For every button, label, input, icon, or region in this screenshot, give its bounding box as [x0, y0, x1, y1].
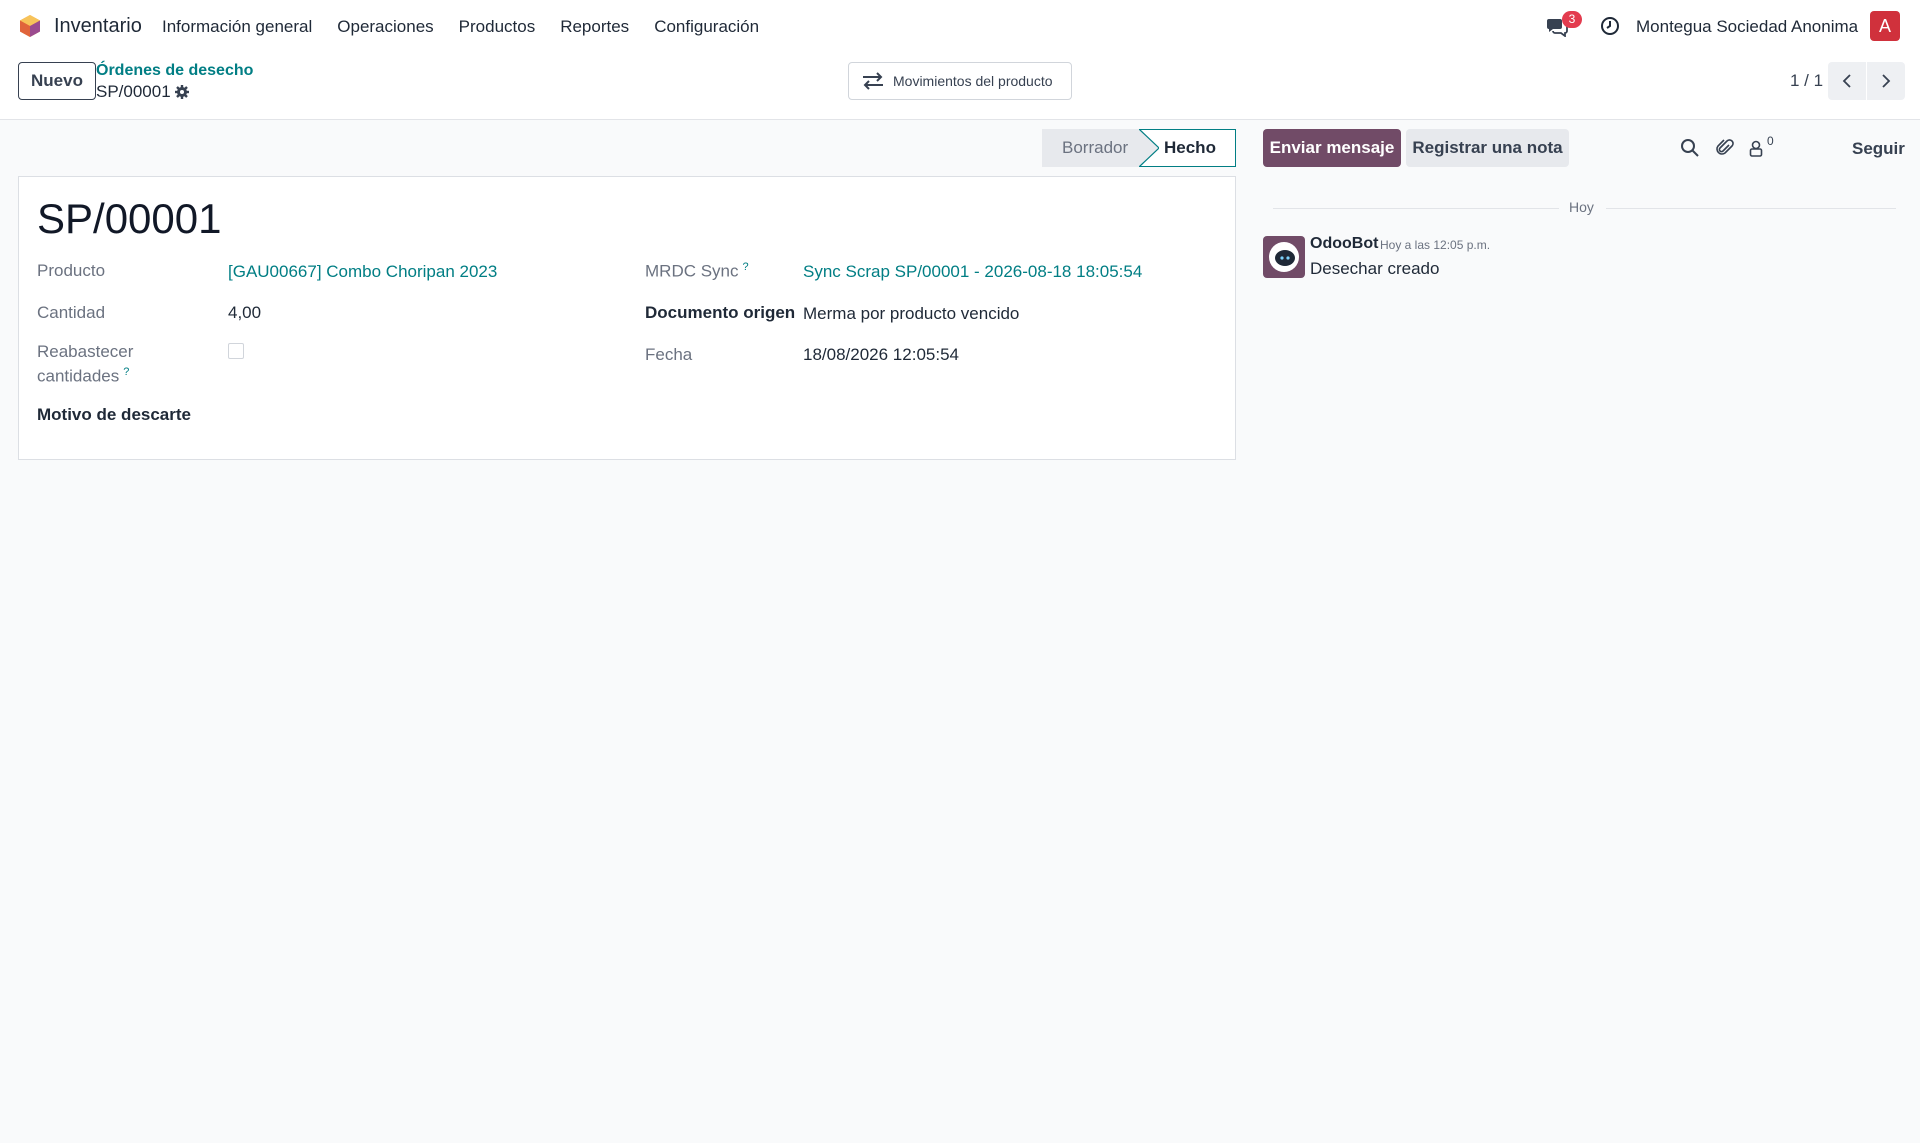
top-navbar: Inventario Información general Operacion…: [0, 0, 1920, 52]
transfer-arrows-icon: [863, 72, 883, 90]
replenish-label-line1: Reabastecer: [37, 342, 134, 361]
chevron-right-icon: [1882, 74, 1891, 88]
followers-icon[interactable]: [1746, 138, 1766, 158]
pager-previous-button[interactable]: [1828, 62, 1866, 100]
message-author[interactable]: OdooBot: [1310, 235, 1378, 253]
main-menu: Información general Operaciones Producto…: [162, 17, 784, 37]
chevron-left-icon: [1842, 74, 1851, 88]
paperclip-icon[interactable]: [1715, 138, 1735, 158]
followers-count: 0: [1767, 134, 1774, 148]
gear-icon[interactable]: [174, 84, 190, 100]
mrdc-sync-label-text: MRDC Sync: [645, 261, 739, 281]
odoobot-avatar: [1263, 236, 1305, 278]
origin-label: Documento origen: [645, 303, 796, 322]
company-switcher[interactable]: Montegua Sociedad Anonima: [1636, 17, 1858, 37]
reason-label: Motivo de descarte: [37, 405, 191, 424]
product-label: Producto: [37, 261, 106, 280]
messages-badge: 3: [1562, 11, 1582, 28]
pager-value[interactable]: 1 / 1: [1790, 71, 1823, 91]
follow-button[interactable]: Seguir: [1852, 139, 1905, 159]
replenish-label-line2: cantidades: [37, 366, 120, 386]
log-note-button[interactable]: Registrar una nota: [1406, 129, 1569, 167]
record-title: SP/00001: [37, 195, 222, 242]
breadcrumb-scrap-orders[interactable]: Órdenes de desecho: [96, 62, 253, 80]
stage-borrador[interactable]: Borrador: [1042, 129, 1140, 167]
menu-item-operaciones[interactable]: Operaciones: [337, 17, 433, 37]
activity-clock-icon[interactable]: [1600, 16, 1620, 36]
new-button[interactable]: Nuevo: [18, 62, 96, 100]
mrdc-sync-field[interactable]: Sync Scrap SP/00001 - 2026-08-18 18:05:5…: [803, 262, 1142, 282]
app-name[interactable]: Inventario: [54, 15, 142, 38]
replenish-checkbox[interactable]: [228, 343, 244, 359]
origin-field[interactable]: Merma por producto vencido: [803, 304, 1019, 324]
quantity-label: Cantidad: [37, 303, 106, 322]
form-sheet: SP/00001 Producto [GAU00667] Combo Chori…: [18, 176, 1236, 460]
user-avatar[interactable]: A: [1870, 11, 1900, 41]
date-separator: Hoy: [1569, 199, 1594, 215]
menu-item-informacion-general[interactable]: Información general: [162, 17, 312, 37]
send-message-button[interactable]: Enviar mensaje: [1263, 129, 1401, 167]
replenish-help-icon[interactable]: ?: [123, 366, 129, 378]
date-label: Fecha: [645, 345, 693, 364]
menu-item-reportes[interactable]: Reportes: [560, 17, 629, 37]
message-body: Desechar creado: [1310, 259, 1440, 278]
menu-item-configuracion[interactable]: Configuración: [654, 17, 759, 37]
pager-next-button[interactable]: [1867, 62, 1905, 100]
date-separator-line-left: [1273, 208, 1559, 209]
menu-item-productos[interactable]: Productos: [459, 17, 536, 37]
inventory-app-icon[interactable]: [18, 14, 42, 38]
date-separator-line-right: [1606, 208, 1896, 209]
search-icon[interactable]: [1680, 138, 1700, 158]
control-panel: Nuevo Órdenes de desecho SP/00001 Movimi…: [0, 52, 1920, 120]
product-moves-label: Movimientos del producto: [893, 73, 1053, 89]
replenish-label: cantidades?: [37, 366, 129, 387]
robot-icon: [1269, 242, 1299, 272]
stage-arrow: [1139, 129, 1159, 167]
message-timestamp: Hoy a las 12:05 p.m.: [1380, 238, 1491, 252]
quantity-field[interactable]: 4,00: [228, 303, 261, 323]
date-field[interactable]: 18/08/2026 12:05:54: [803, 345, 959, 365]
mrdc-sync-label: MRDC Sync?: [645, 261, 749, 282]
mrdc-help-icon[interactable]: ?: [743, 261, 749, 273]
breadcrumb-current-record: SP/00001: [96, 82, 171, 101]
product-moves-button[interactable]: Movimientos del producto: [848, 62, 1072, 100]
product-field[interactable]: [GAU00667] Combo Choripan 2023: [228, 262, 497, 282]
